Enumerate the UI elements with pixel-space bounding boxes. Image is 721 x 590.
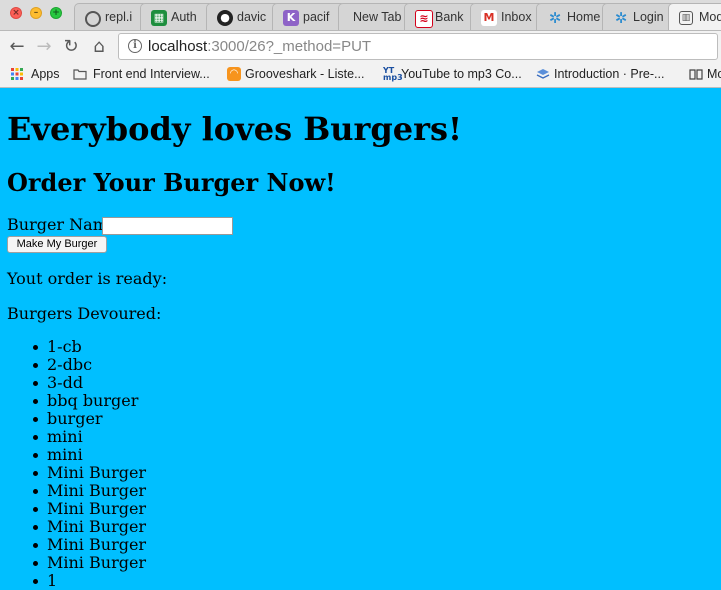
bullet-icon (33, 561, 38, 566)
k-icon: K (283, 10, 299, 26)
gear-icon: ✲ (614, 9, 628, 27)
bullet-icon (33, 471, 38, 476)
home-button[interactable]: ⌂ (88, 36, 110, 58)
tab-login[interactable]: ✲ Login (602, 3, 676, 30)
folder-icon (73, 69, 87, 80)
list-item: 2-dbc (0, 356, 146, 374)
back-button[interactable]: ← (6, 36, 28, 58)
tab-repl[interactable]: repl.i (74, 3, 148, 30)
close-window-button[interactable]: × (10, 7, 22, 19)
maximize-icon: + (52, 8, 60, 18)
address-bar-row: ← → ↻ ⌂ i localhost:3000/26?_method=PUT (0, 31, 721, 62)
bookmarks-bar: Apps Front end Interview... ◠ Grooveshar… (0, 62, 721, 87)
gear-icon: ✲ (548, 9, 562, 27)
bullet-icon (33, 579, 38, 584)
tab-bank[interactable]: ≋ Bank (404, 3, 478, 30)
list-item: mini (0, 446, 146, 464)
list-item: burger (0, 410, 146, 428)
bullet-icon (33, 435, 38, 440)
devoured-label: Burgers Devoured: (7, 304, 162, 323)
page-title: Everybody loves Burgers! (7, 110, 463, 148)
bank-icon: ≋ (415, 10, 433, 28)
list-item: Mini Burger (0, 554, 146, 572)
bullet-icon (33, 525, 38, 530)
list-item: 1 (0, 572, 146, 590)
reload-button[interactable]: ↻ (60, 36, 82, 58)
tab-github[interactable]: ● davic (206, 3, 280, 30)
minimize-icon: – (33, 8, 39, 18)
tab-home[interactable]: ✲ Home (536, 3, 610, 30)
tab-pacif[interactable]: K pacif (272, 3, 346, 30)
bullet-icon (33, 489, 38, 494)
bullet-icon (33, 543, 38, 548)
list-item: Mini Burger (0, 482, 146, 500)
page-content: Everybody loves Burgers! Order Your Burg… (0, 88, 721, 590)
bullet-icon (33, 417, 38, 422)
list-item: 3-dd (0, 374, 146, 392)
bullet-icon (33, 345, 38, 350)
minimize-window-button[interactable]: – (30, 7, 42, 19)
url-text: localhost:3000/26?_method=PUT (148, 38, 372, 55)
close-icon: × (12, 8, 20, 18)
home-icon: ⌂ (93, 36, 105, 57)
url-field[interactable]: i localhost:3000/26?_method=PUT (118, 33, 718, 60)
tab-strip: × – + repl.i ▦ Auth ● davic K pacif New … (0, 0, 721, 31)
book-icon (689, 69, 703, 80)
order-heading: Order Your Burger Now! (7, 168, 336, 197)
info-icon[interactable]: i (128, 39, 142, 53)
tab-mod[interactable]: ▥ Mod (668, 3, 721, 30)
tab-new-tab[interactable]: New Tab (338, 3, 412, 30)
maximize-window-button[interactable]: + (50, 7, 62, 19)
repl-icon (85, 11, 101, 27)
bullet-icon (33, 363, 38, 368)
bullet-icon (33, 381, 38, 386)
list-item: Mini Burger (0, 518, 146, 536)
yt-mp3-icon: YT mp3 (383, 66, 403, 82)
bullet-icon (33, 399, 38, 404)
reload-icon: ↻ (63, 36, 79, 57)
tab-sheets[interactable]: ▦ Auth (140, 3, 214, 30)
list-item: mini (0, 428, 146, 446)
forward-button[interactable]: → (33, 36, 55, 58)
gmail-icon: M (481, 10, 497, 26)
tab-inbox[interactable]: M Inbox (470, 3, 544, 30)
github-icon: ● (217, 10, 233, 26)
bullet-icon (33, 507, 38, 512)
make-burger-button[interactable]: Make My Burger (7, 236, 107, 253)
arrow-right-icon: → (36, 36, 52, 57)
book-icon: ▥ (679, 11, 693, 25)
list-item: Mini Burger (0, 500, 146, 518)
order-status-text: Yout order is ready: (7, 269, 168, 288)
browser-chrome: × – + repl.i ▦ Auth ● davic K pacif New … (0, 0, 721, 88)
list-item: Mini Burger (0, 536, 146, 554)
grooveshark-icon: ◠ (227, 67, 241, 81)
sheets-icon: ▦ (151, 10, 167, 26)
list-item: bbq burger (0, 392, 146, 410)
list-item: 1-cb (0, 338, 146, 356)
list-item: Mini Burger (0, 464, 146, 482)
bullet-icon (33, 453, 38, 458)
layers-icon (536, 69, 550, 79)
devoured-list: 1-cb 2-dbc 3-dd bbq burger burger mini m… (0, 338, 146, 590)
arrow-left-icon: ← (9, 36, 25, 57)
burger-name-input[interactable] (102, 217, 233, 235)
apps-grid-icon (11, 68, 23, 80)
